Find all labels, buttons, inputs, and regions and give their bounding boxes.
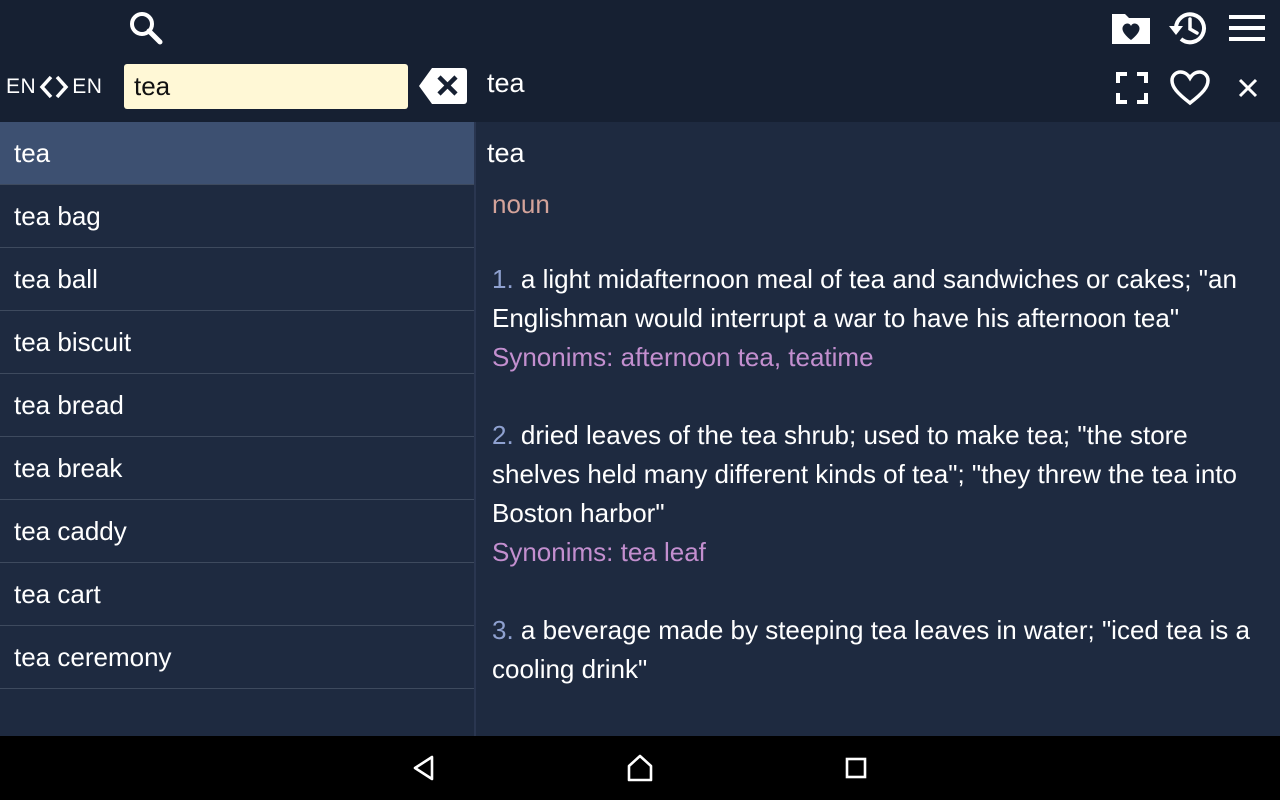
search-icon bbox=[130, 12, 163, 45]
fullscreen-button[interactable] bbox=[1108, 64, 1156, 112]
search-button[interactable] bbox=[124, 6, 168, 50]
swap-languages-button[interactable] bbox=[38, 74, 70, 100]
heart-icon bbox=[1170, 70, 1210, 106]
word-list-item[interactable]: tea cart bbox=[0, 563, 474, 626]
sense-text: a light midafternoon meal of tea and san… bbox=[492, 264, 1237, 333]
chevron-left-icon bbox=[39, 75, 53, 99]
part-of-speech: noun bbox=[492, 189, 550, 219]
clear-search-button[interactable] bbox=[418, 66, 468, 106]
close-entry-button[interactable] bbox=[1224, 64, 1272, 112]
menu-button[interactable] bbox=[1222, 4, 1272, 52]
home-icon bbox=[627, 754, 653, 782]
word-list-item[interactable]: tea ball bbox=[0, 248, 474, 311]
word-list-item[interactable]: tea bag bbox=[0, 185, 474, 248]
word-list-item[interactable]: tea biscuit bbox=[0, 311, 474, 374]
synonyms: Synonims: tea leaf bbox=[492, 537, 706, 567]
definition-pane: tea noun 1. a light midafternoon meal of… bbox=[476, 122, 1280, 736]
word-list-item[interactable]: tea break bbox=[0, 437, 474, 500]
sense-number: 2. bbox=[492, 420, 514, 450]
system-nav-bar bbox=[0, 736, 1280, 800]
sense-number: 3. bbox=[492, 615, 514, 645]
target-language[interactable]: EN bbox=[72, 75, 102, 99]
source-language[interactable]: EN bbox=[6, 75, 36, 99]
favorite-button[interactable] bbox=[1166, 64, 1214, 112]
top-actions bbox=[1106, 4, 1272, 52]
definition-sense: 3. a beverage made by steeping tea leave… bbox=[492, 611, 1272, 689]
recents-button[interactable] bbox=[836, 748, 876, 788]
fullscreen-icon bbox=[1116, 72, 1148, 104]
clear-input-icon bbox=[419, 68, 467, 104]
word-list-item[interactable]: tea bread bbox=[0, 374, 474, 437]
word-list-item[interactable]: tea caddy bbox=[0, 500, 474, 563]
search-field[interactable] bbox=[124, 64, 408, 109]
favorites-folder-icon bbox=[1112, 14, 1150, 44]
recents-icon bbox=[845, 757, 867, 779]
sense-text: a beverage made by steeping tea leaves i… bbox=[492, 615, 1250, 684]
home-button[interactable] bbox=[620, 748, 660, 788]
history-icon bbox=[1169, 12, 1206, 45]
back-button[interactable] bbox=[404, 748, 444, 788]
word-list-item[interactable]: tea bbox=[0, 122, 474, 185]
language-selector[interactable]: EN EN bbox=[0, 62, 102, 112]
senses: 1. a light midafternoon meal of tea and … bbox=[487, 260, 1280, 689]
close-icon bbox=[1238, 78, 1258, 98]
history-button[interactable] bbox=[1164, 4, 1214, 52]
definition-sense: 1. a light midafternoon meal of tea and … bbox=[492, 260, 1272, 376]
sense-text: dried leaves of the tea shrub; used to m… bbox=[492, 420, 1237, 528]
sense-number: 1. bbox=[492, 264, 514, 294]
word-list: tea tea bag tea ball tea biscuit tea bread te… bbox=[0, 122, 474, 736]
chevron-right-icon bbox=[55, 75, 69, 99]
entry-actions bbox=[1108, 64, 1272, 112]
search-input[interactable] bbox=[134, 71, 398, 102]
back-icon bbox=[413, 755, 434, 781]
definition-sense: 2. dried leaves of the tea shrub; used t… bbox=[492, 416, 1272, 571]
top-bar: EN EN tea bbox=[0, 0, 1280, 122]
favorites-folder-button[interactable] bbox=[1106, 4, 1156, 52]
word-list-item[interactable]: tea ceremony bbox=[0, 626, 474, 689]
definition-word: tea bbox=[487, 138, 525, 168]
dictionary-app: EN EN tea tea tea tea bag tea ball tea b… bbox=[0, 0, 1280, 800]
menu-icon bbox=[1229, 15, 1265, 41]
synonyms: Synonims: afternoon tea, teatime bbox=[492, 342, 874, 372]
entry-title: tea bbox=[487, 68, 525, 98]
